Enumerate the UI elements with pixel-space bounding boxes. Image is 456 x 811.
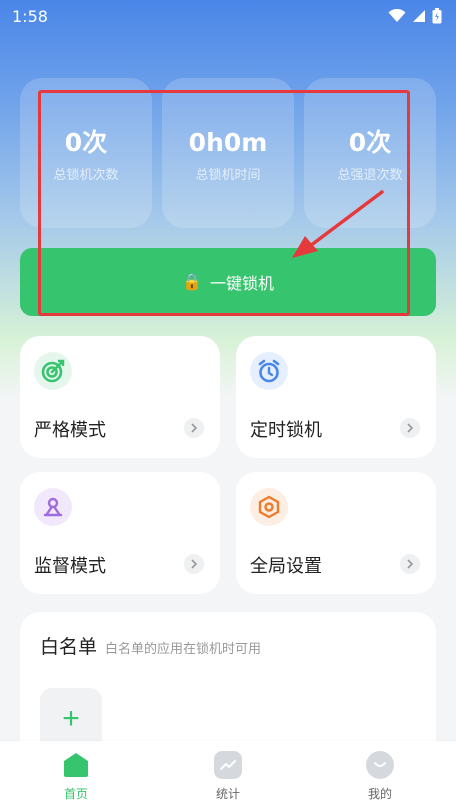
- tab-home[interactable]: 首页: [36, 751, 116, 802]
- feature-card-timed-lock[interactable]: 定时锁机: [236, 336, 436, 458]
- whitelist-card: 白名单 白名单的应用在锁机时可用 +: [20, 612, 436, 762]
- profile-icon: [366, 750, 394, 779]
- stat-card-lock-time: 0h0m 总锁机时间: [162, 78, 294, 228]
- feature-card-supervise-mode[interactable]: 监督模式: [20, 472, 220, 594]
- hex-nut-icon: [250, 488, 288, 526]
- chevron-right-icon: [400, 418, 420, 438]
- target-icon: [34, 352, 72, 390]
- stats-row: 0次 总锁机次数 0h0m 总锁机时间 0次 总强退次数: [20, 78, 436, 228]
- stat-card-lock-count: 0次 总锁机次数: [20, 78, 152, 228]
- home-icon: [62, 751, 90, 779]
- signal-icon: [413, 10, 425, 22]
- whitelist-subtitle: 白名单的应用在锁机时可用: [105, 642, 262, 657]
- chevron-right-icon: [184, 418, 204, 438]
- stat-label: 总锁机次数: [53, 168, 119, 183]
- bottom-tab-bar: 首页 统计 我的: [0, 741, 456, 811]
- tab-statistics[interactable]: 统计: [188, 750, 268, 802]
- feature-title: 定时锁机: [250, 420, 322, 441]
- feature-title: 监督模式: [34, 556, 106, 577]
- stat-label: 总强退次数: [337, 168, 403, 183]
- alarm-clock-icon: [250, 352, 288, 390]
- tab-profile[interactable]: 我的: [340, 750, 420, 802]
- stat-value: 0次: [64, 128, 108, 157]
- chevron-right-icon: [184, 554, 204, 574]
- whitelist-title: 白名单: [40, 636, 98, 658]
- stat-label: 总锁机时间: [195, 168, 261, 183]
- tab-label: 首页: [63, 786, 88, 801]
- tab-label: 统计: [215, 786, 240, 801]
- tab-label: 我的: [367, 786, 392, 801]
- chart-icon: [214, 750, 242, 779]
- feature-title: 全局设置: [250, 556, 322, 577]
- status-bar: 1:58: [0, 0, 456, 32]
- wifi-icon: [388, 9, 406, 22]
- lock-icon: 🔒: [182, 274, 202, 291]
- feature-title: 严格模式: [34, 420, 106, 441]
- whitelist-header: 白名单 白名单的应用在锁机时可用: [40, 632, 416, 659]
- stat-value: 0h0m: [188, 128, 268, 157]
- person-icon: [34, 488, 72, 526]
- feature-card-global-settings[interactable]: 全局设置: [236, 472, 436, 594]
- stat-card-force-exit-count: 0次 总强退次数: [304, 78, 436, 228]
- battery-icon: [432, 8, 442, 24]
- one-key-lock-button[interactable]: 🔒 一键锁机: [20, 248, 436, 316]
- lock-button-label: 一键锁机: [209, 276, 274, 293]
- feature-card-strict-mode[interactable]: 严格模式: [20, 336, 220, 458]
- stat-value: 0次: [348, 128, 392, 157]
- chevron-right-icon: [400, 554, 420, 574]
- status-icons: [388, 8, 442, 24]
- status-time: 1:58: [12, 6, 48, 26]
